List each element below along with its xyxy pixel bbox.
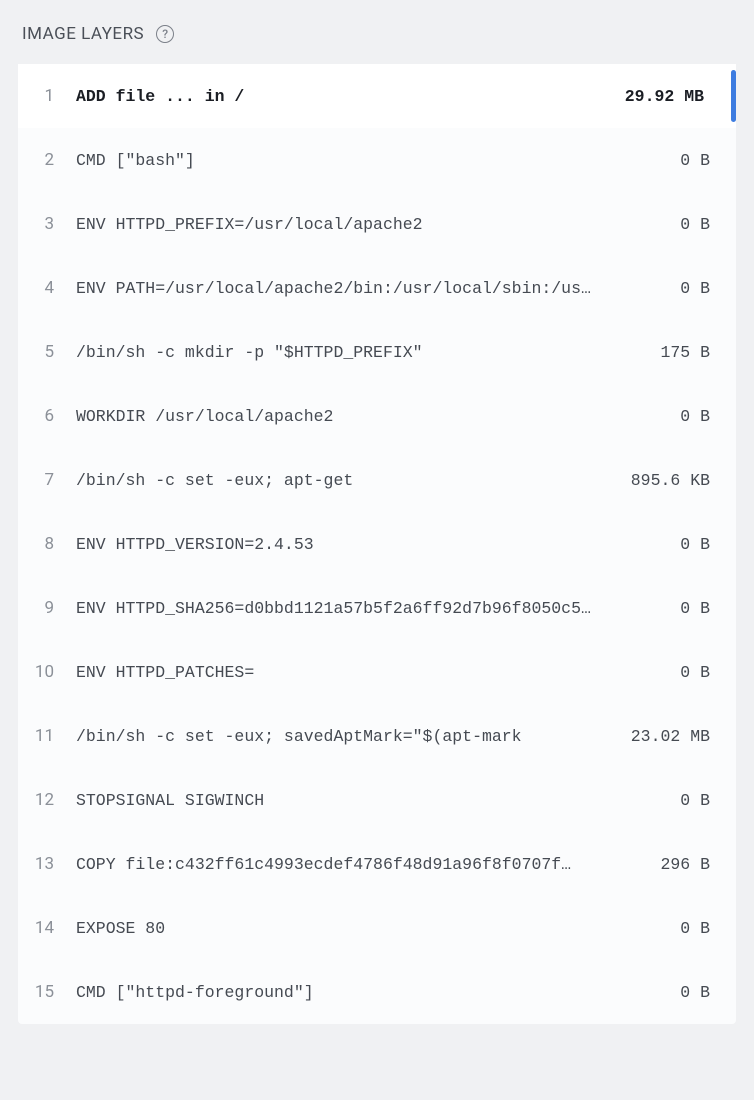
layer-size: 0 B: [680, 599, 718, 618]
layer-command: STOPSIGNAL SIGWINCH: [76, 791, 680, 810]
layer-size: 0 B: [680, 983, 718, 1002]
image-layers-section: IMAGE LAYERS ? 1ADD file ... in /29.92 M…: [0, 0, 754, 1048]
layer-index: 4: [18, 278, 76, 298]
layer-size: 29.92 MB: [625, 87, 718, 106]
layer-size: 0 B: [680, 407, 718, 426]
layer-index: 11: [18, 726, 76, 746]
layer-index: 3: [18, 214, 76, 234]
layer-row[interactable]: 1ADD file ... in /29.92 MB: [18, 64, 736, 128]
layer-index: 7: [18, 470, 76, 490]
layer-size: 0 B: [680, 151, 718, 170]
layer-command: COPY file:c432ff61c4993ecdef4786f48d91a9…: [76, 855, 660, 874]
layer-size: 175 B: [660, 343, 718, 362]
layers-list: 1ADD file ... in /29.92 MB2CMD ["bash"]0…: [18, 64, 736, 1024]
layer-command: /bin/sh -c mkdir -p "$HTTPD_PREFIX": [76, 343, 660, 362]
layer-command: WORKDIR /usr/local/apache2: [76, 407, 680, 426]
layer-index: 6: [18, 406, 76, 426]
layer-command: ADD file ... in /: [76, 87, 625, 106]
layer-row[interactable]: 3ENV HTTPD_PREFIX=/usr/local/apache20 B: [18, 192, 736, 256]
layer-index: 15: [18, 982, 76, 1002]
layer-row[interactable]: 5/bin/sh -c mkdir -p "$HTTPD_PREFIX"175 …: [18, 320, 736, 384]
layer-index: 12: [18, 790, 76, 810]
layer-row[interactable]: 14EXPOSE 800 B: [18, 896, 736, 960]
layer-row[interactable]: 7/bin/sh -c set -eux; apt-get895.6 KB: [18, 448, 736, 512]
layer-command: CMD ["bash"]: [76, 151, 680, 170]
layer-row[interactable]: 6WORKDIR /usr/local/apache20 B: [18, 384, 736, 448]
layer-index: 13: [18, 854, 76, 874]
layer-row[interactable]: 9ENV HTTPD_SHA256=d0bbd1121a57b5f2a6ff92…: [18, 576, 736, 640]
layer-size: 296 B: [660, 855, 718, 874]
layer-row[interactable]: 4ENV PATH=/usr/local/apache2/bin:/usr/lo…: [18, 256, 736, 320]
layer-index: 2: [18, 150, 76, 170]
layer-size: 23.02 MB: [631, 727, 718, 746]
layer-size: 0 B: [680, 663, 718, 682]
layer-command: ENV HTTPD_VERSION=2.4.53: [76, 535, 680, 554]
layer-index: 10: [18, 662, 76, 682]
layer-index: 8: [18, 534, 76, 554]
section-header: IMAGE LAYERS ?: [18, 24, 736, 44]
layer-index: 9: [18, 598, 76, 618]
layer-row[interactable]: 8ENV HTTPD_VERSION=2.4.530 B: [18, 512, 736, 576]
section-title: IMAGE LAYERS: [22, 24, 144, 44]
layer-size: 895.6 KB: [631, 471, 718, 490]
layer-command: CMD ["httpd-foreground"]: [76, 983, 680, 1002]
layer-size: 0 B: [680, 215, 718, 234]
layer-index: 14: [18, 918, 76, 938]
layer-row[interactable]: 13COPY file:c432ff61c4993ecdef4786f48d91…: [18, 832, 736, 896]
layer-command: ENV PATH=/usr/local/apache2/bin:/usr/loc…: [76, 279, 680, 298]
layer-command: EXPOSE 80: [76, 919, 680, 938]
layer-size: 0 B: [680, 279, 718, 298]
layer-command: /bin/sh -c set -eux; savedAptMark="$(apt…: [76, 727, 631, 746]
layer-row[interactable]: 12STOPSIGNAL SIGWINCH0 B: [18, 768, 736, 832]
layer-command: ENV HTTPD_PATCHES=: [76, 663, 680, 682]
layer-size: 0 B: [680, 535, 718, 554]
layer-command: /bin/sh -c set -eux; apt-get: [76, 471, 631, 490]
layer-index: 5: [18, 342, 76, 362]
layer-row[interactable]: 2CMD ["bash"]0 B: [18, 128, 736, 192]
layer-index: 1: [18, 86, 76, 106]
help-icon[interactable]: ?: [156, 25, 174, 43]
layer-size: 0 B: [680, 919, 718, 938]
layer-row[interactable]: 15CMD ["httpd-foreground"]0 B: [18, 960, 736, 1024]
layer-command: ENV HTTPD_PREFIX=/usr/local/apache2: [76, 215, 680, 234]
layer-command: ENV HTTPD_SHA256=d0bbd1121a57b5f2a6ff92d…: [76, 599, 680, 618]
layer-row[interactable]: 10ENV HTTPD_PATCHES=0 B: [18, 640, 736, 704]
layer-row[interactable]: 11/bin/sh -c set -eux; savedAptMark="$(a…: [18, 704, 736, 768]
layer-size: 0 B: [680, 791, 718, 810]
